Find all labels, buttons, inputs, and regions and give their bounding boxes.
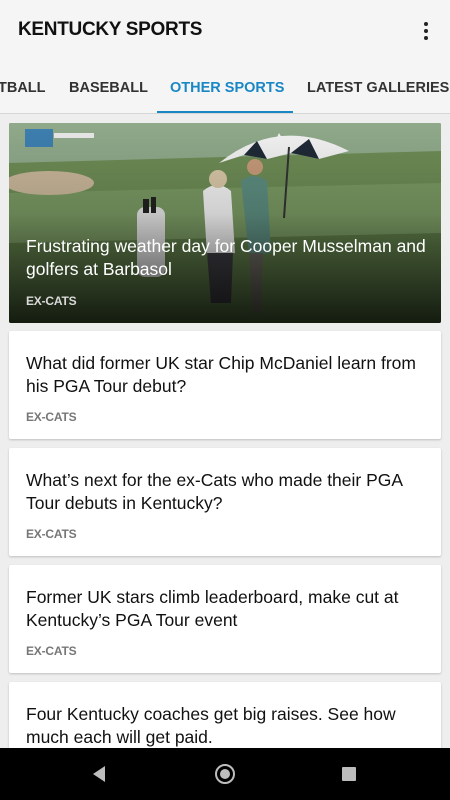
hero-article-card[interactable]: Frustrating weather day for Cooper Musse…	[9, 123, 441, 323]
article-card[interactable]: Former UK stars climb leaderboard, make …	[9, 565, 441, 673]
hero-gradient	[9, 123, 441, 323]
article-category-tag: EX-CATS	[26, 644, 77, 658]
article-card[interactable]: What’s next for the ex-Cats who made the…	[9, 448, 441, 556]
active-tab-indicator	[157, 111, 293, 113]
article-headline[interactable]: Four Kentucky coaches get big raises. Se…	[26, 703, 428, 748]
article-card[interactable]: Four Kentucky coaches get big raises. Se…	[9, 682, 441, 748]
hero-headline[interactable]: Frustrating weather day for Cooper Musse…	[26, 235, 426, 281]
article-headline[interactable]: What’s next for the ex-Cats who made the…	[26, 469, 428, 515]
tab-baseball[interactable]: BASEBALL	[69, 62, 148, 113]
overflow-menu-icon[interactable]	[414, 17, 438, 45]
article-headline[interactable]: Former UK stars climb leaderboard, make …	[26, 586, 428, 632]
app-title: KENTUCKY SPORTS	[18, 19, 203, 40]
article-category-tag: EX-CATS	[26, 410, 77, 424]
app-bar: KENTUCKY SPORTS	[0, 0, 450, 62]
recents-square-icon[interactable]	[342, 767, 356, 781]
hero-category-tag: EX-CATS	[26, 294, 77, 308]
tab-latest-galleries[interactable]: LATEST GALLERIES	[307, 62, 449, 113]
home-circle-icon[interactable]	[215, 764, 235, 784]
system-navigation-bar	[0, 748, 450, 800]
back-triangle-icon[interactable]	[93, 766, 105, 782]
article-headline[interactable]: What did former UK star Chip McDaniel le…	[26, 352, 428, 398]
article-card[interactable]: What did former UK star Chip McDaniel le…	[9, 331, 441, 439]
tab-football[interactable]: TBALL	[0, 62, 46, 113]
section-tabs: TBALL BASEBALL OTHER SPORTS LATEST GALLE…	[0, 62, 450, 114]
article-category-tag: EX-CATS	[26, 527, 77, 541]
tab-other-sports[interactable]: OTHER SPORTS	[170, 62, 284, 113]
article-feed[interactable]: Frustrating weather day for Cooper Musse…	[0, 115, 450, 748]
